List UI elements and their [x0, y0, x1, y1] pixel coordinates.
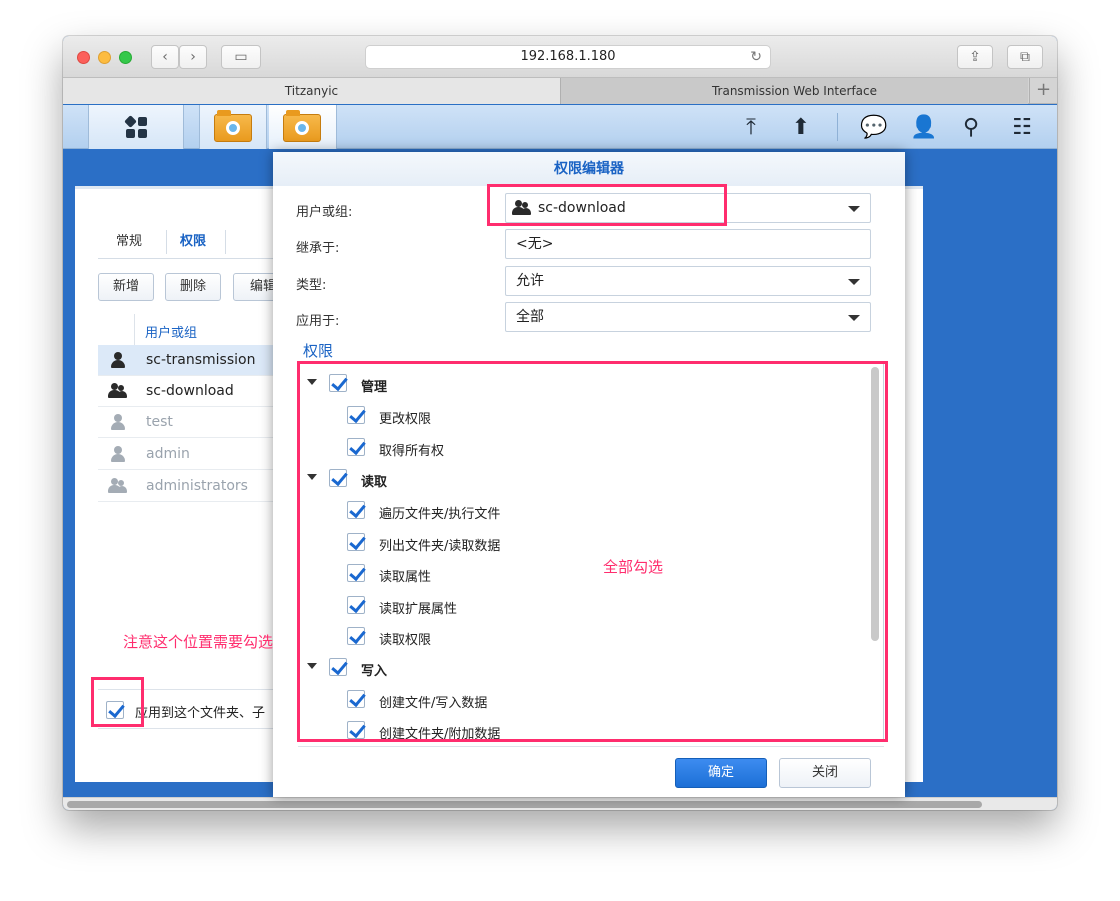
main-menu-button[interactable]: [88, 105, 184, 149]
tab-general[interactable]: 常规: [116, 226, 142, 258]
user-row[interactable]: sc-transmission: [98, 345, 278, 376]
type-value: 允许: [516, 273, 544, 289]
annotation-box-user: [487, 184, 727, 226]
user-icon: [110, 414, 126, 430]
notification-icon[interactable]: 💬: [860, 115, 887, 141]
chevron-left-icon: ‹: [162, 49, 168, 65]
group-icon: [108, 478, 128, 494]
annotation-box-permissions: [297, 361, 888, 742]
group-icon: [108, 383, 128, 399]
tabs-icon: ⧉: [1020, 49, 1030, 65]
chevron-down-icon: [848, 206, 860, 212]
url-text: 192.168.1.180: [520, 49, 616, 64]
chevron-right-icon: ›: [190, 49, 196, 65]
title-bar: ‹ › ▭ 192.168.1.180 ↻ ⇪ ⧉: [63, 36, 1057, 78]
share-button[interactable]: ⇪: [957, 45, 993, 69]
tab-bar: Titzanyic Transmission Web Interface +: [63, 78, 1057, 104]
user-or-group-label: 用户或组:: [296, 205, 353, 220]
chevron-down-icon: [848, 279, 860, 285]
user-row[interactable]: test: [98, 407, 278, 438]
upload-icon[interactable]: ⬆: [788, 115, 814, 141]
user-row[interactable]: admin: [98, 439, 278, 470]
search-icon[interactable]: ⚲: [958, 115, 984, 141]
upload-queue-icon[interactable]: ⤒: [738, 115, 764, 141]
file-station-taskbar-2[interactable]: [269, 105, 337, 149]
inherit-value: <无>: [516, 236, 554, 252]
file-station-icon: [283, 110, 321, 142]
type-select[interactable]: 允许: [505, 266, 871, 296]
user-list-header: 用户或组: [98, 314, 278, 347]
chevron-down-icon: [848, 315, 860, 321]
share-icon: ⇪: [969, 49, 981, 65]
new-tab-button[interactable]: +: [1029, 78, 1057, 104]
properties-tabs: 常规 权限: [98, 226, 284, 259]
apply-to-select[interactable]: 全部: [505, 302, 871, 332]
inherit-label: 继承于:: [296, 241, 340, 256]
user-icon: [110, 446, 126, 462]
back-button[interactable]: ‹: [151, 45, 179, 69]
dsm-taskbar: ⤒ ⬆ 💬 👤 ⚲ ☷: [63, 105, 1057, 149]
url-bar[interactable]: 192.168.1.180 ↻: [365, 45, 771, 69]
type-label: 类型:: [296, 278, 327, 293]
annotation-check-all: 全部勾选: [603, 558, 664, 576]
add-button[interactable]: 新增: [98, 273, 155, 301]
dialog-title: 权限编辑器: [273, 152, 905, 186]
ok-button[interactable]: 确定: [675, 758, 767, 788]
widgets-icon[interactable]: ☷: [1009, 115, 1035, 141]
tab-titzanyic[interactable]: Titzanyic: [63, 78, 560, 104]
horizontal-scrollbar[interactable]: [63, 797, 1057, 810]
apply-to-subfolders-label: 应用到这个文件夹、子: [135, 706, 266, 721]
permissions-header: 权限: [303, 342, 334, 360]
tab-transmission[interactable]: Transmission Web Interface: [560, 78, 1028, 104]
tab-permissions[interactable]: 权限: [180, 226, 206, 258]
column-user-or-group: 用户或组: [145, 326, 198, 341]
user-icon: [110, 352, 126, 368]
sidebar-button[interactable]: ▭: [221, 45, 261, 69]
reload-icon[interactable]: ↻: [750, 46, 762, 68]
delete-button[interactable]: 删除: [165, 273, 222, 301]
file-station-taskbar-1[interactable]: [199, 105, 267, 149]
apply-to-value: 全部: [516, 309, 544, 325]
user-options-icon[interactable]: 👤: [910, 115, 937, 141]
main-menu-icon: [124, 115, 148, 139]
minimize-window-button[interactable]: [98, 51, 111, 64]
user-row[interactable]: administrators: [98, 471, 278, 502]
zoom-window-button[interactable]: [119, 51, 132, 64]
forward-button[interactable]: ›: [179, 45, 207, 69]
tabs-overview-button[interactable]: ⧉: [1007, 45, 1043, 69]
annotation-note: 注意这个位置需要勾选: [123, 633, 274, 651]
close-button[interactable]: 关闭: [779, 758, 871, 788]
sidebar-icon: ▭: [234, 49, 248, 65]
close-window-button[interactable]: [77, 51, 90, 64]
user-row[interactable]: sc-download: [98, 376, 278, 407]
annotation-box-apply: [91, 677, 144, 727]
inherit-field: <无>: [505, 229, 871, 259]
file-station-icon: [214, 110, 252, 142]
apply-to-label: 应用于:: [296, 314, 340, 329]
